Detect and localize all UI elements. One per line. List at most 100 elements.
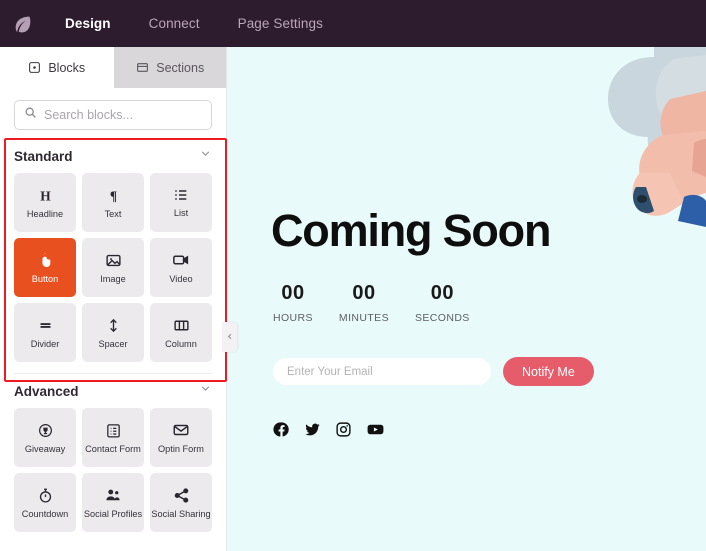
stopwatch-icon [37,487,54,504]
top-navigation-bar: Design Connect Page Settings [0,0,706,47]
block-list[interactable]: List [150,173,212,232]
countdown-minutes-value: 00 [352,282,376,304]
chevron-down-icon[interactable] [199,382,212,400]
facebook-icon[interactable] [273,421,290,438]
panel-collapse-handle[interactable] [222,322,237,352]
nav-item-page-settings-label: Page Settings [237,16,323,31]
nav-item-design-label: Design [65,16,111,31]
app-root: Design Connect Page Settings Blocks Sect… [0,0,706,551]
block-video[interactable]: Video [150,238,212,297]
envelope-icon [172,421,190,439]
block-divider-label: Divider [30,338,60,349]
nav-item-connect[interactable]: Connect [130,0,219,47]
block-column[interactable]: Column [150,303,212,362]
block-countdown-label: Countdown [21,508,69,519]
trophy-icon [37,422,54,439]
blocks-panel: Blocks Sections Search blocks... Standar… [0,47,227,551]
block-contact-form-label: Contact Form [85,443,141,454]
social-profiles-row [273,420,385,439]
block-social-sharing[interactable]: Social Sharing [150,473,212,532]
countdown-seconds: 00 SECONDS [415,282,470,324]
block-contact-form[interactable]: Contact Form [82,408,144,467]
share-icon [173,487,190,504]
divider-icon [37,317,54,334]
block-headline-label: Headline [26,208,64,219]
nav-item-page-settings[interactable]: Page Settings [219,0,342,47]
tab-sections-label: Sections [156,60,205,75]
block-text-label: Text [104,208,122,219]
nav-item-connect-label: Connect [148,16,200,31]
vertical-arrows-icon [105,317,122,334]
page-title: Coming Soon [271,205,551,256]
chevron-down-icon[interactable] [199,147,212,165]
countdown-seconds-value: 00 [430,282,454,304]
block-giveaway-label: Giveaway [24,443,66,454]
tab-blocks[interactable]: Blocks [0,47,114,88]
block-button-label: Button [31,273,59,284]
countdown-hours: 00 HOURS [273,282,313,324]
svg-text:H: H [40,188,51,203]
email-input[interactable] [287,365,477,378]
section-advanced: Advanced Giveaway Contact Form Optin For… [0,374,226,541]
section-advanced-header[interactable]: Advanced [14,374,212,408]
section-standard-header[interactable]: Standard [14,139,212,173]
nav-item-design[interactable]: Design [46,0,130,47]
instagram-icon[interactable] [335,421,352,438]
twitter-icon[interactable] [304,421,321,438]
advanced-blocks-grid: Giveaway Contact Form Optin Form Countdo… [14,408,212,541]
countdown-hours-value: 00 [281,282,305,304]
list-icon [173,187,189,203]
block-column-label: Column [165,338,197,349]
block-optin-form-label: Optin Form [158,444,204,454]
countdown-seconds-label: SECONDS [414,312,470,324]
block-giveaway[interactable]: Giveaway [14,408,76,467]
block-social-sharing-label: Social Sharing [151,508,211,519]
optin-form: Notify Me [273,357,594,386]
email-field[interactable] [273,358,491,385]
section-advanced-title: Advanced [14,383,79,399]
countdown-hours-label: HOURS [273,312,313,324]
sections-icon [136,61,149,74]
block-text[interactable]: ¶ Text [82,173,144,232]
image-icon [105,252,122,269]
block-list-label: List [173,208,189,218]
paragraph-icon: ¶ [105,187,122,204]
countdown-minutes-label: MINUTES [338,312,389,324]
person-illustration [608,47,706,227]
panel-tabs: Blocks Sections [0,47,226,88]
notify-me-button[interactable]: Notify Me [503,357,594,386]
pointer-hand-icon [37,252,54,269]
block-spacer[interactable]: Spacer [82,303,144,362]
search-row [0,88,226,139]
blocks-icon [28,61,41,74]
block-optin-form[interactable]: Optin Form [150,408,212,467]
block-button[interactable]: Button [14,238,76,297]
section-standard: Standard H Headline ¶ Text List Button I… [0,139,226,371]
countdown-minutes: 00 MINUTES [339,282,389,324]
headline-icon: H [37,187,54,204]
standard-blocks-grid: H Headline ¶ Text List Button Image Vide… [14,173,212,371]
leaf-logo-icon[interactable] [0,0,46,47]
search-input[interactable] [44,108,202,122]
tab-blocks-label: Blocks [48,60,86,75]
people-icon [104,486,122,504]
block-social-profiles-label: Social Profiles [83,509,143,519]
block-divider[interactable]: Divider [14,303,76,362]
block-image[interactable]: Image [82,238,144,297]
block-countdown[interactable]: Countdown [14,473,76,532]
search-blocks-box[interactable] [14,100,212,130]
block-video-label: Video [169,274,193,284]
countdown-timer: 00 HOURS 00 MINUTES 00 SECONDS [273,282,470,324]
block-headline[interactable]: H Headline [14,173,76,232]
youtube-icon[interactable] [366,420,385,439]
svg-text:¶: ¶ [109,188,116,203]
chevron-left-icon [226,331,234,344]
columns-icon [173,317,190,334]
clipboard-icon [105,422,122,439]
tab-sections[interactable]: Sections [113,47,226,88]
block-image-label: Image [100,273,126,284]
search-icon [24,106,37,124]
page-preview-canvas: Coming Soon 00 HOURS 00 MINUTES 00 SECON… [227,47,706,551]
video-camera-icon [172,251,190,269]
block-social-profiles[interactable]: Social Profiles [82,473,144,532]
